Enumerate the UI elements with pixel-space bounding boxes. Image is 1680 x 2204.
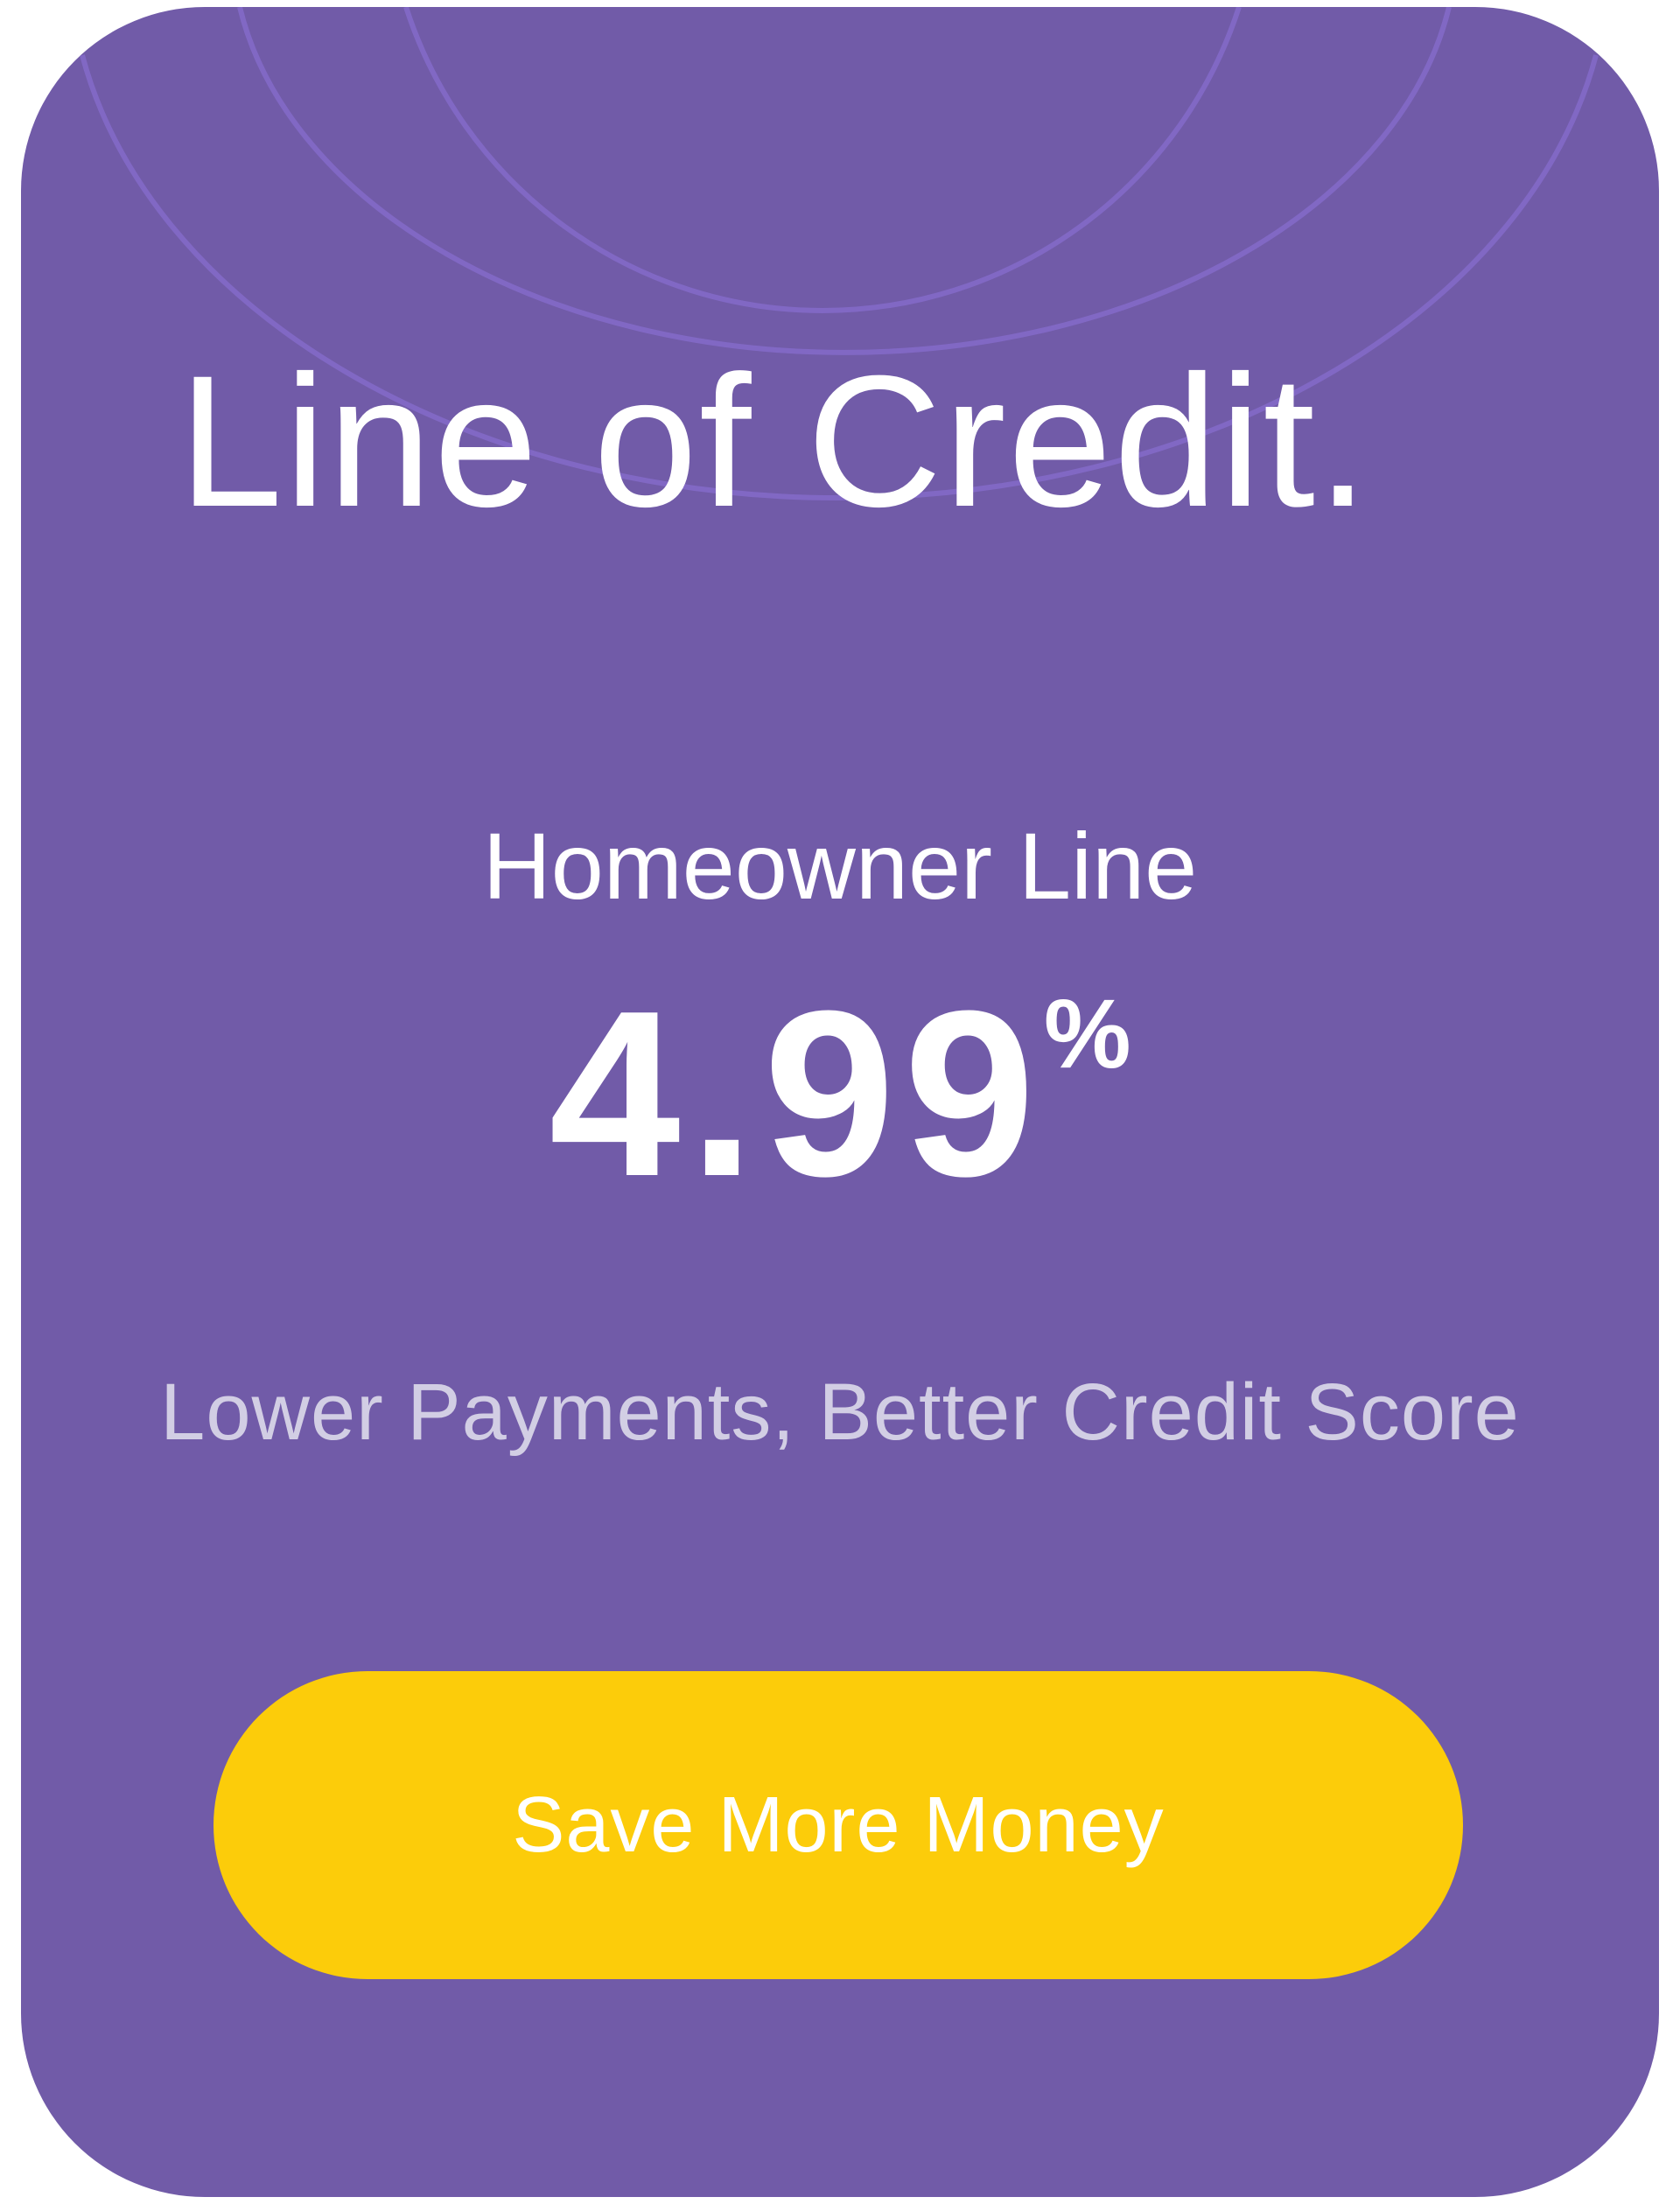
rate-value: 4.99 <box>549 962 1044 1226</box>
card-title: Line of Credit. <box>178 337 1371 546</box>
interest-rate: 4.99% <box>21 976 1659 1213</box>
save-more-money-button[interactable]: Save More Money <box>214 1671 1463 1979</box>
plan-name: Homeowner Line <box>482 813 1198 919</box>
line-of-credit-card: Line of Credit. Homeowner Line 4.99% Low… <box>21 7 1659 2197</box>
tagline: Lower Payments, Better Credit Score <box>160 1368 1520 1457</box>
rate-unit: % <box>1043 979 1131 1088</box>
